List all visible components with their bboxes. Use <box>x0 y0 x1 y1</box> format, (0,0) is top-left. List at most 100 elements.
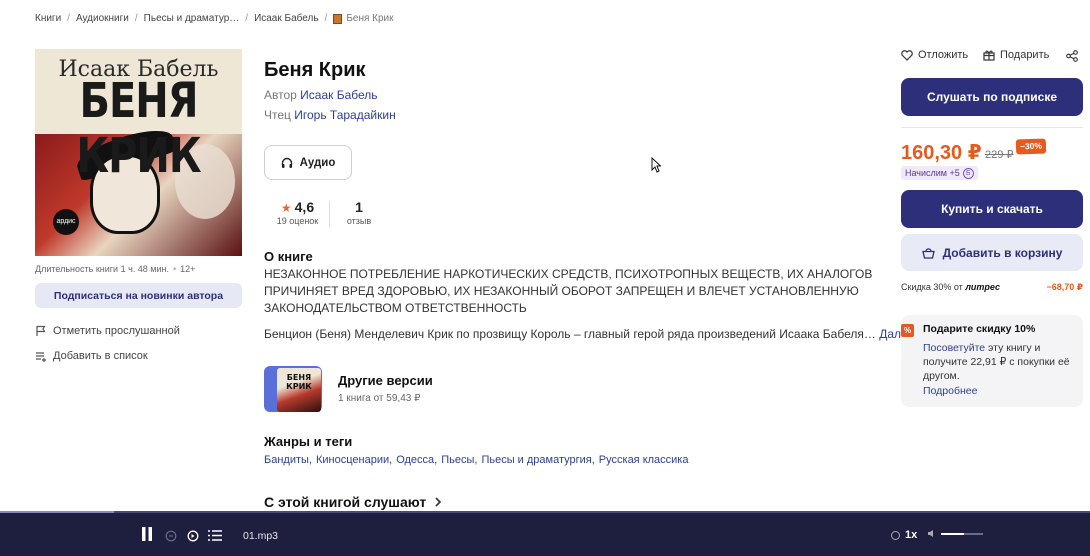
book-cover[interactable]: Исаак Бабель БЕНЯ КРИК ардис <box>35 49 242 256</box>
listen-subscription-button[interactable]: Слушать по подписке <box>901 78 1083 116</box>
tag-separator: , <box>434 454 438 466</box>
legal-warning: НЕЗАКОННОЕ ПОТРЕБЛЕНИЕ НАРКОТИЧЕСКИХ СРЕ… <box>264 267 873 315</box>
track-filename: 01.mp3 <box>243 530 279 542</box>
rating-value-row: ★ 4,6 <box>270 199 325 215</box>
other-versions-cover[interactable]: БЕНЯ КРИК <box>264 366 326 412</box>
rating-count: 19 оценок <box>276 216 319 226</box>
subscribe-author-button[interactable]: Подписаться на новинки автора <box>35 283 242 308</box>
discount-badge: −30% <box>1015 138 1047 155</box>
format-audio-label: Аудио <box>299 156 336 169</box>
breadcrumb-separator: / <box>245 13 249 24</box>
duration-text: Длительность книги 1 ч. 48 мин. <box>35 264 169 274</box>
listen-with-label: С этой книгой слушают <box>264 494 427 510</box>
volume-control[interactable] <box>928 530 983 537</box>
basket-icon <box>921 247 935 259</box>
tag-link[interactable]: Бандиты <box>264 454 309 466</box>
breadcrumb-item-audiobooks[interactable]: Аудиокниги <box>76 13 129 24</box>
author-link[interactable]: Исаак Бабель <box>300 88 377 102</box>
genres-heading: Жанры и теги <box>264 434 353 449</box>
bonus-badge[interactable]: Начислим +5 Б <box>901 166 978 180</box>
playlist-icon[interactable] <box>208 530 222 541</box>
add-to-list-action[interactable]: Добавить в список <box>35 350 148 362</box>
audio-player: 01.mp3 1x <box>0 513 1090 556</box>
breadcrumb-separator: / <box>134 13 138 24</box>
tag-link[interactable]: Киносценарии <box>316 454 389 466</box>
cover-stack-front: БЕНЯ КРИК <box>277 368 321 412</box>
chevron-right-icon <box>435 497 442 507</box>
mark-listened-label: Отметить прослушанной <box>53 325 180 337</box>
more-details-link[interactable]: Подробнее <box>923 385 1075 397</box>
reviews-count: 1 <box>355 199 363 215</box>
tag-separator: , <box>474 454 478 466</box>
reviews-block[interactable]: 1 отзыв <box>338 199 380 226</box>
rating-block[interactable]: ★ 4,6 19 оценок <box>270 199 325 226</box>
litres-discount-text: Скидка 30% от литрес <box>901 282 1000 293</box>
forward-icon[interactable] <box>187 530 199 542</box>
mark-listened-action[interactable]: Отметить прослушанной <box>35 325 180 337</box>
tag-link[interactable]: Одесса <box>396 454 434 466</box>
reviews-label: отзыв <box>346 216 372 226</box>
breadcrumb-separator: / <box>67 13 70 24</box>
litres-discount-label: Скидка 30% от <box>901 282 963 292</box>
postpone-label: Отложить <box>918 49 969 61</box>
author-label: Автор <box>264 88 297 102</box>
tag-link[interactable]: Пьесы <box>441 454 474 466</box>
litres-discount-row: Скидка 30% от литрес −68,70 ₽ <box>901 282 1083 293</box>
gift-action[interactable]: Подарить <box>983 49 1049 61</box>
list-add-icon <box>36 352 46 362</box>
dot-separator: • <box>172 264 177 274</box>
gift-label: Подарить <box>1000 49 1050 61</box>
playback-speed[interactable]: 1x <box>891 529 917 541</box>
bonus-label: Начислим +5 <box>905 168 960 178</box>
format-audio-button[interactable]: Аудио <box>264 145 352 180</box>
gift-icon <box>983 50 995 61</box>
divider <box>329 201 330 227</box>
breadcrumb-current: Беня Крик <box>346 13 394 24</box>
reader-label: Чтец <box>264 108 291 122</box>
author-line: Автор Исаак Бабель <box>264 88 378 102</box>
volume-slider[interactable] <box>941 532 983 535</box>
pause-icon[interactable] <box>141 527 153 541</box>
buy-download-button[interactable]: Купить и скачать <box>901 190 1083 228</box>
flag-icon <box>36 325 46 336</box>
mouse-cursor-icon <box>651 157 661 173</box>
speed-value: 1x <box>905 529 918 541</box>
volume-icon <box>928 530 933 537</box>
about-heading: О книге <box>264 249 313 264</box>
listen-with-heading[interactable]: С этой книгой слушают <box>264 494 442 510</box>
heart-icon <box>901 49 913 61</box>
old-price: 229 ₽ <box>985 149 1014 161</box>
reader-link[interactable]: Игорь Тарадайкин <box>294 108 395 122</box>
book-description: Бенцион (Беня) Менделевич Крик по прозви… <box>264 327 914 341</box>
book-duration: Длительность книги 1 ч. 48 мин. • 12+ <box>35 264 195 274</box>
breadcrumb-separator: / <box>324 13 328 24</box>
volume-fill <box>941 532 965 535</box>
tag-link[interactable]: Русская классика <box>599 454 689 466</box>
add-to-cart-button[interactable]: Добавить в корзину <box>901 234 1083 271</box>
tag-separator: , <box>389 454 393 466</box>
rewind-icon[interactable] <box>165 530 177 542</box>
genre-tags: Бандиты, Киносценарии, Одесса, Пьесы, Пь… <box>264 454 693 466</box>
breadcrumb-item-books[interactable]: Книги <box>35 13 61 24</box>
cover-title: БЕНЯ КРИК <box>76 73 201 185</box>
other-versions-subtitle: 1 книга от 59,43 ₽ <box>338 393 421 404</box>
breadcrumb-item-plays[interactable]: Пьесы и драматур… <box>144 13 240 24</box>
postpone-action[interactable]: Отложить <box>901 49 968 61</box>
tag-separator: , <box>591 454 595 466</box>
current-price: 160,30 ₽ <box>901 142 982 164</box>
other-versions-title[interactable]: Другие версии <box>338 373 433 388</box>
headphones-icon <box>281 157 292 168</box>
page-title: Беня Крик <box>264 59 366 81</box>
star-icon: ★ <box>280 201 292 215</box>
divider <box>901 127 1083 128</box>
reader-line: Чтец Игорь Тарадайкин <box>264 108 396 122</box>
publisher-logo: ардис <box>53 209 79 235</box>
breadcrumb-item-author[interactable]: Исаак Бабель <box>254 13 318 24</box>
share-icon[interactable] <box>1066 50 1078 62</box>
rating-value: 4,6 <box>294 199 315 215</box>
tag-link[interactable]: Пьесы и драматургия <box>481 454 591 466</box>
age-rating: 12+ <box>180 264 196 274</box>
recommend-link[interactable]: Посоветуйте <box>923 342 985 354</box>
tag-separator: , <box>308 454 312 466</box>
description-text: Бенцион (Беня) Менделевич Крик по прозви… <box>264 327 876 341</box>
